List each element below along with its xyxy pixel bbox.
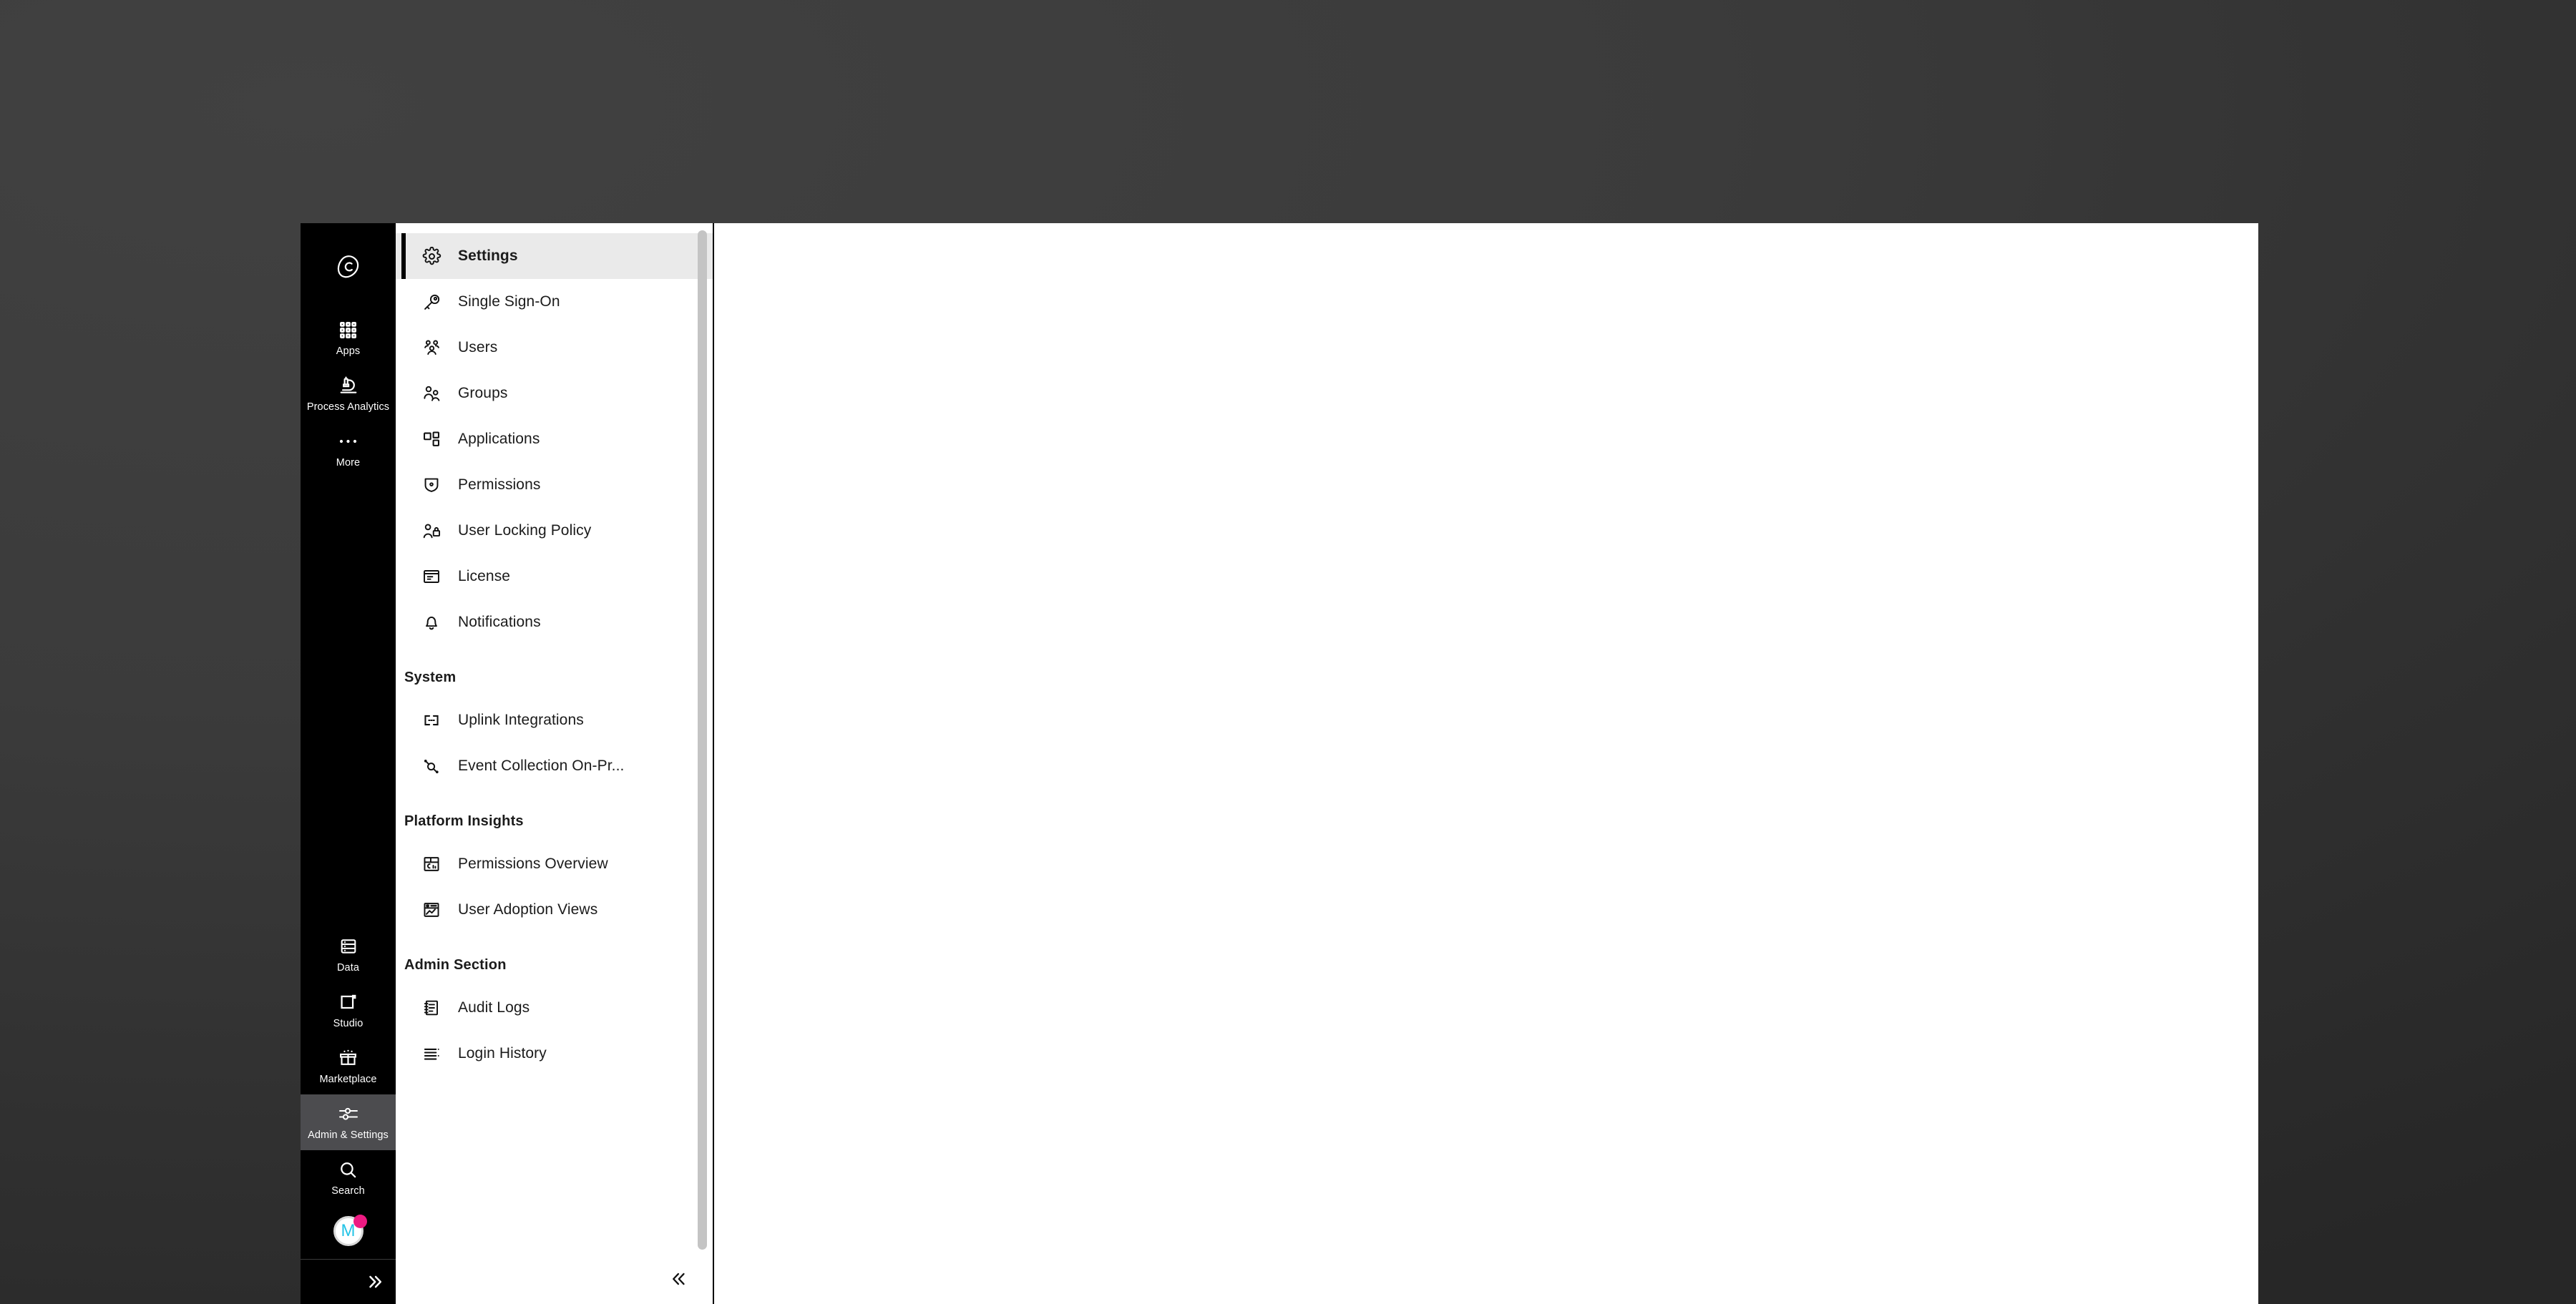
- menu-item-label: User Locking Policy: [458, 522, 592, 539]
- rail-bottom-items: Data Studio Marketplace Admin & Settings…: [301, 927, 396, 1304]
- shield-dot-icon: [421, 476, 442, 494]
- grid-apps-icon: [338, 319, 358, 340]
- menu-item-settings[interactable]: Settings: [396, 233, 713, 279]
- applications-blocks-icon: [421, 430, 442, 448]
- menu-item-event-collection-on-prem[interactable]: Event Collection On-Pr...: [396, 743, 713, 789]
- menu-item-label: License: [458, 568, 511, 584]
- menu-item-user-adoption-views[interactable]: User Adoption Views: [396, 887, 713, 933]
- menu-section-title-platform-insights: Platform Insights: [404, 813, 524, 829]
- rail-item-more[interactable]: More: [301, 422, 396, 478]
- menu-item-groups[interactable]: Groups: [396, 371, 713, 416]
- menu-item-uplink-integrations[interactable]: Uplink Integrations: [396, 697, 713, 743]
- menu-footer: [396, 1254, 713, 1304]
- menu-item-label: Groups: [458, 385, 508, 401]
- rail-item-process-analytics[interactable]: Process Analytics: [301, 366, 396, 422]
- expand-rail-button[interactable]: [301, 1260, 396, 1304]
- menu-item-label: Permissions: [458, 476, 541, 493]
- chevron-double-right-icon: [366, 1273, 384, 1291]
- menu-item-label: Single Sign-On: [458, 293, 560, 310]
- menu-item-permissions[interactable]: Permissions: [396, 462, 713, 508]
- sliders-icon: [338, 1103, 358, 1124]
- rail-item-apps[interactable]: Apps: [301, 310, 396, 366]
- admin-settings-menu-panel: Settings Single Sign-On Users Groups App…: [396, 223, 714, 1304]
- search-icon: [338, 1159, 358, 1180]
- event-node-search-icon: [421, 757, 442, 775]
- rail-item-label: Search: [331, 1185, 365, 1197]
- rail-item-label: Process Analytics: [306, 401, 390, 413]
- marketplace-box-icon: [338, 1047, 358, 1069]
- menu-item-label: Event Collection On-Pr...: [458, 758, 625, 774]
- ellipsis-icon: [338, 431, 358, 452]
- avatar-button[interactable]: M: [301, 1206, 396, 1259]
- menu-item-user-locking-policy[interactable]: User Locking Policy: [396, 508, 713, 554]
- avatar[interactable]: M: [333, 1215, 367, 1246]
- menu-item-single-sign-on[interactable]: Single Sign-On: [396, 279, 713, 325]
- dashboard-chart-icon: [421, 901, 442, 919]
- rail-item-label: Apps: [336, 345, 361, 357]
- rail-item-label: Marketplace: [319, 1074, 377, 1085]
- menu-scrollbar-thumb[interactable]: [698, 230, 707, 1250]
- list-lines-icon: [421, 1044, 442, 1063]
- primary-nav-rail: Apps Process Analytics More Data Studio …: [301, 223, 396, 1304]
- menu-item-label: Login History: [458, 1045, 547, 1062]
- audit-notebook-icon: [421, 999, 442, 1017]
- key-icon: [421, 293, 442, 312]
- rail-item-label: Data: [336, 962, 360, 974]
- users-group-icon: [421, 338, 442, 358]
- rail-item-studio[interactable]: Studio: [301, 983, 396, 1039]
- person-lock-icon: [421, 521, 442, 541]
- menu-item-label: Applications: [458, 431, 540, 447]
- gear-icon: [421, 246, 442, 266]
- bell-icon: [421, 613, 442, 632]
- menu-item-login-history[interactable]: Login History: [396, 1031, 713, 1077]
- rail-item-label: Admin & Settings: [308, 1129, 389, 1141]
- two-people-icon: [421, 384, 442, 403]
- studio-folder-icon: [339, 991, 358, 1013]
- uplink-connector-icon: [421, 711, 442, 730]
- menu-item-permissions-overview[interactable]: Permissions Overview: [396, 841, 713, 887]
- menu-item-label: Notifications: [458, 614, 541, 630]
- main-content-area: [714, 223, 2258, 1304]
- menu-section-title-admin-section: Admin Section: [404, 957, 507, 973]
- menu-scroll-area: Settings Single Sign-On Users Groups App…: [396, 223, 713, 1254]
- celonis-logo-icon: [334, 253, 363, 281]
- rail-item-admin-settings[interactable]: Admin & Settings: [301, 1094, 396, 1150]
- rail-item-marketplace[interactable]: Marketplace: [301, 1039, 396, 1094]
- menu-section-title-system: System: [404, 670, 457, 685]
- rail-item-data[interactable]: Data: [301, 927, 396, 983]
- menu-item-applications[interactable]: Applications: [396, 416, 713, 462]
- collapse-menu-button[interactable]: [667, 1267, 691, 1291]
- menu-item-license[interactable]: License: [396, 554, 713, 599]
- app-window: Apps Process Analytics More Data Studio …: [301, 223, 2258, 1304]
- microscope-icon: [338, 375, 358, 396]
- rail-item-label: Studio: [333, 1018, 364, 1029]
- rail-top-items: Apps Process Analytics More: [301, 295, 396, 478]
- menu-item-users[interactable]: Users: [396, 325, 713, 371]
- menu-scrollbar-track[interactable]: [698, 230, 707, 1250]
- rail-item-label: More: [336, 457, 361, 469]
- menu-item-label: Uplink Integrations: [458, 712, 584, 728]
- celonis-logo-button[interactable]: [301, 239, 396, 295]
- avatar-initial: M: [341, 1221, 356, 1240]
- menu-item-label: Permissions Overview: [458, 856, 608, 872]
- menu-item-label: User Adoption Views: [458, 901, 598, 918]
- dashboard-gauge-icon: [421, 855, 442, 873]
- rail-item-search[interactable]: Search: [301, 1150, 396, 1206]
- license-card-icon: [421, 567, 442, 586]
- menu-item-label: Settings: [458, 247, 518, 264]
- menu-item-notifications[interactable]: Notifications: [396, 599, 713, 645]
- menu-item-label: Audit Logs: [458, 999, 530, 1016]
- database-icon: [339, 936, 358, 957]
- notification-badge: [353, 1215, 367, 1228]
- menu-item-audit-logs[interactable]: Audit Logs: [396, 985, 713, 1031]
- chevron-double-left-icon: [670, 1270, 688, 1288]
- menu-item-label: Users: [458, 339, 498, 356]
